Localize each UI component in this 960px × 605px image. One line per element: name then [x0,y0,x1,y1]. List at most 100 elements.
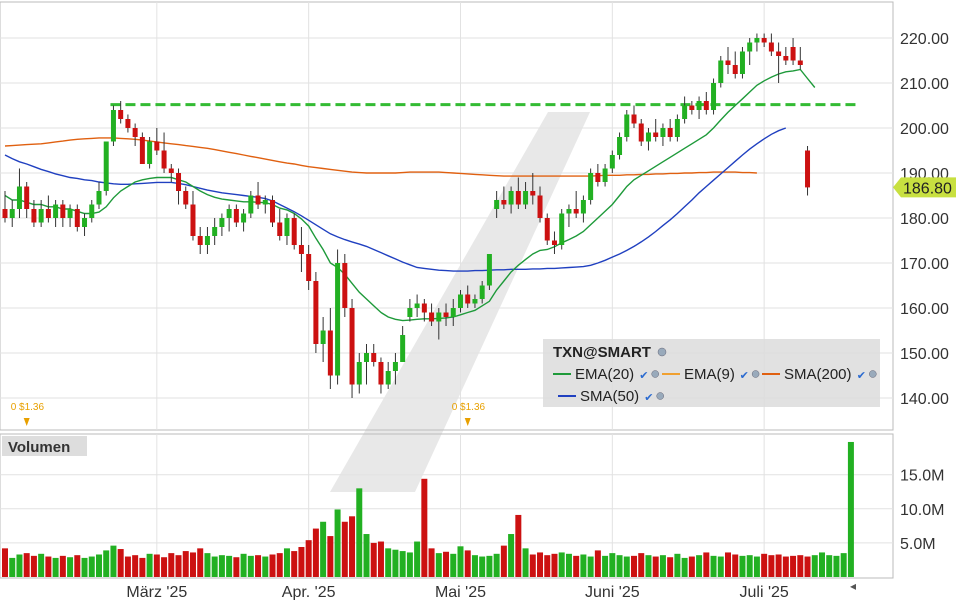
volume-bar [30,555,37,577]
volume-bar [175,555,182,577]
price-tick-label: 160.00 [900,301,949,318]
volume-bar [103,550,110,577]
candle-body [183,191,189,205]
candle-body [653,132,659,137]
volume-bar [363,534,370,577]
candle-body [371,353,377,362]
candle-body [270,200,276,223]
volume-bar [558,552,565,577]
candle-body [595,173,601,182]
candle-body [551,240,557,245]
candle-body [414,303,420,308]
candle-body [703,101,709,110]
candle-body [154,141,160,151]
volume-bar [255,555,262,577]
candle-body [617,137,623,155]
candle-body [718,60,724,83]
candle-body [212,227,218,236]
volume-bar [703,552,710,577]
candle-body [327,330,333,376]
volume-bar [59,555,66,577]
volume-bar [305,540,312,577]
volume-bar [782,556,789,577]
candle-body [631,114,637,124]
volume-bar [833,555,840,577]
volume-bar [479,556,486,577]
candle-body [400,335,406,362]
candle-body [313,281,319,344]
volume-bar [804,556,811,577]
volume-bar [775,554,782,577]
candle-body [298,245,304,254]
volume-bar [464,550,471,577]
volume-bar [189,552,196,577]
volume-bar [667,557,674,577]
candle-body [233,209,239,223]
legend-title: TXN@SMART [553,344,651,361]
candle-body [450,308,456,317]
candle-body [82,218,88,227]
volume-bar [573,555,580,577]
chart-canvas[interactable]: 140.00150.00160.00170.00180.00190.00200.… [0,0,960,601]
candle-body [147,141,153,164]
volume-bar [594,550,601,577]
candle-body [161,150,167,169]
volume-bar [609,553,616,577]
legend-item-label: SMA(200) [784,366,852,383]
legend-check-icon: ✔ [857,370,866,382]
volume-bar [688,556,695,577]
legend-settings-icon [657,347,667,357]
volume-bar [182,551,189,577]
candle-body [465,294,471,304]
candle-body [725,60,731,65]
volume-bar [168,553,175,577]
candle-body [407,308,413,317]
volume-bar [291,551,298,577]
last-price-label: 186.80 [903,180,952,197]
candle-body [16,186,22,209]
candle-body [768,42,774,52]
volume-tick-label: 5.0M [900,536,936,553]
candle-body [385,371,391,385]
candle-body [219,218,225,227]
month-label: Juli '25 [739,584,788,600]
volume-bar [457,546,464,577]
candle-body [479,285,485,299]
volume-bar [392,549,399,577]
volume-bar [486,555,493,577]
legend[interactable]: TXN@SMARTEMA(20) ✔ EMA(9) ✔ SMA(200) ✔SMA(50)… [543,339,880,407]
candle-body [761,38,767,43]
month-label: März '25 [126,584,187,600]
volume-bar [161,557,168,577]
candle-body [667,128,673,137]
candle-body [89,204,95,218]
candle-body [486,254,492,286]
candle-body [747,42,753,52]
volume-bar [443,551,450,577]
volume-bar [38,553,45,577]
candle-body [429,312,435,322]
candle-body [291,218,297,245]
volume-bar [240,553,247,577]
volume-bar [23,553,30,577]
volume-bar [645,555,652,577]
volume-bar [45,556,52,577]
candle-body [349,308,355,385]
volume-bar [146,553,153,577]
candle-body [494,200,500,209]
stock-chart[interactable]: 140.00 150.00 160.00 170.00 180.00 190.00 200.… [0,0,960,601]
candle-body [638,123,644,142]
candle-body [168,168,174,173]
volume-bar [153,554,160,577]
volume-bar [551,553,558,577]
volume-bar [320,521,327,577]
volume-bar [522,548,529,577]
candle-body [588,173,594,200]
candle-body [436,312,442,322]
price-tick-label: 200.00 [900,121,949,138]
volume-bar [616,555,623,577]
price-tick-label: 220.00 [900,31,949,48]
volume-bar [370,542,377,577]
volume-tick-label: 10.0M [900,502,944,519]
volume-bar [544,555,551,577]
